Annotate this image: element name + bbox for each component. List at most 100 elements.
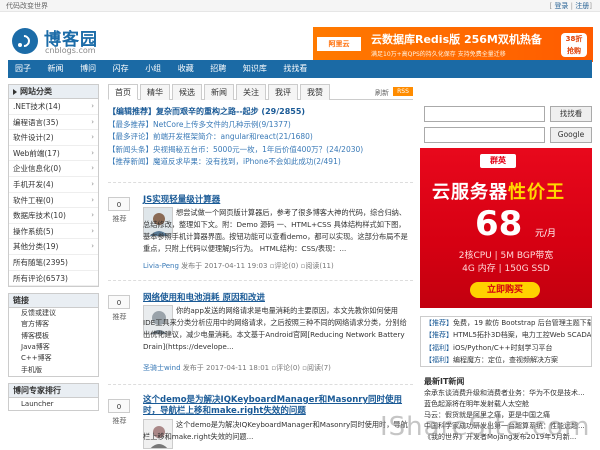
category-item[interactable]: 所有评论(6573) <box>9 271 98 287</box>
ad-title: 云数据库Redis版 256M双机热备 <box>371 33 542 46</box>
category-item[interactable]: 其他分类(19) › <box>9 239 98 255</box>
register-link[interactable]: 注册 <box>575 2 589 10</box>
auth-links: [ 登录 | 注册] <box>549 2 592 10</box>
refresh-link[interactable]: 刷新 <box>375 88 389 98</box>
tab-news[interactable]: 新闻 <box>204 84 234 100</box>
category-item[interactable]: 操作系统(5) › <box>9 224 98 240</box>
post-item: 0 推荐 网络使用和电池消耗 原因和改进 你的app发送的网络请求是电量消耗的主… <box>108 280 413 378</box>
nav-item-favorites[interactable]: 收藏 <box>171 60 201 78</box>
search-input[interactable] <box>424 106 545 122</box>
tab-candidates[interactable]: 候选 <box>172 84 202 100</box>
tab-home[interactable]: 首页 <box>108 84 138 100</box>
it-news-item[interactable]: 蓝色起源将在明年发射载人太空舱 <box>420 399 592 410</box>
category-item[interactable]: .NET技术(14) › <box>9 99 98 115</box>
tab-my-likes[interactable]: 我赞 <box>300 84 330 100</box>
category-item[interactable]: 数据库技术(10) › <box>9 208 98 224</box>
main-content: 首页 精华 候选 新闻 关注 我评 我赞 刷新 RSS 【编辑推荐】复杂而艰辛的重构之路--… <box>108 84 413 449</box>
post-title[interactable]: JS实现轻量级计算器 <box>143 193 220 205</box>
category-item[interactable]: 编程语言(35) › <box>9 115 98 131</box>
link-item[interactable]: 官方博客 <box>9 319 98 330</box>
nav-item-kb[interactable]: 知识库 <box>236 60 274 78</box>
headline-item[interactable]: 【编辑推荐】复杂而艰辛的重构之路--起步 (29/2855) <box>108 106 413 119</box>
chevron-right-icon: › <box>91 242 94 251</box>
links-panel: 链接 反馈或建议 官方博客 博客模板 Java博客 C++博客 手机版 <box>8 293 99 377</box>
category-item[interactable]: 所有随笔(2395) <box>9 255 98 271</box>
vote-box: 0 推荐 <box>108 399 131 426</box>
post-title[interactable]: 网络使用和电池消耗 原因和改进 <box>143 291 265 303</box>
headline-item[interactable]: 【新闻头条】央视揭秘五台币：5000元一枚，1年后价值400万？(24/2030… <box>108 144 413 157</box>
auth-separator: | <box>570 2 574 10</box>
post-author[interactable]: Livia-Peng <box>143 262 179 270</box>
nav-item-yuanzi[interactable]: 园子 <box>8 60 38 78</box>
recommend-button[interactable]: 推荐 <box>108 416 131 426</box>
post-comments[interactable]: 评论(0) <box>274 262 298 270</box>
promo-price: 68 <box>475 204 523 244</box>
expert-panel: 博问专家排行 Launcher <box>8 382 99 411</box>
post-meta: 圣骑士wind 发布于 2017-04-11 18:01 ▫评论(0) ▫阅读(… <box>143 363 331 373</box>
rss-logo-icon[interactable] <box>12 28 38 54</box>
chevron-right-icon: › <box>91 164 94 173</box>
post-title[interactable]: 这个demo是为解决IQKeyboardManager和Masonry同时使用时… <box>143 395 408 417</box>
headline-item[interactable]: 【最多推荐】NetCore上传多文件的几种示例(9/1377) <box>108 119 413 132</box>
tab-featured[interactable]: 精华 <box>140 84 170 100</box>
nav-item-news[interactable]: 新闻 <box>41 60 71 78</box>
promo-specs: 2核CPU | 5M BGP带宽 4G 内存 | 150G SSD <box>458 251 554 274</box>
nav-item-flash[interactable]: 闪存 <box>106 60 136 78</box>
category-item[interactable]: 手机开发(4) › <box>9 177 98 193</box>
watermark: IShareSite.com <box>380 412 591 442</box>
recommend-item[interactable]: 【推荐】HTML5拓扑3D档案，电力工控Web SCADA <box>421 329 591 341</box>
promo-headline: 云服务器性价王 <box>432 182 565 203</box>
headline-item[interactable]: 【最多评论】前端开发框架简介：angular和react(21/1680) <box>108 131 413 144</box>
category-item[interactable]: 软件工程(0) › <box>9 193 98 209</box>
category-panel-title: 网站分类 <box>9 85 98 99</box>
nav-item-jobs[interactable]: 招聘 <box>203 60 233 78</box>
chevron-right-icon: › <box>91 102 94 110</box>
nav-item-search[interactable]: 找找看 <box>276 60 314 78</box>
headline-item[interactable]: 【推荐新闻】魔道反求毕果：没有找到，iPhone不会如此成功(2/491) <box>108 156 413 169</box>
expert-list: Launcher <box>9 398 98 410</box>
nav-item-questions[interactable]: 博问 <box>73 60 103 78</box>
google-search-button[interactable]: Google <box>550 127 592 143</box>
search-button[interactable]: 找找看 <box>550 106 592 122</box>
post-author[interactable]: 圣骑士wind <box>143 364 181 372</box>
recommend-button[interactable]: 推荐 <box>108 312 131 322</box>
recommend-item[interactable]: 【推荐】免费，19 款仿 Bootstrap 后台管理主题下载 <box>421 317 591 329</box>
link-item[interactable]: 博客模板 <box>9 331 98 342</box>
promo-ad[interactable]: 群英 云服务器性价王 68 元/月 2核CPU | 5M BGP带宽 4G 内存… <box>420 148 592 308</box>
header-ad-banner[interactable]: 阿里云 云数据库Redis版 256M双机热备 满足10万+高QPS的持久化保存… <box>313 27 593 62</box>
it-news-item[interactable]: 余承东谈消费升级和消费者业务：华为不仅是技术... <box>420 388 592 399</box>
category-item[interactable]: 软件设计(2) › <box>9 130 98 146</box>
nav-item-groups[interactable]: 小组 <box>138 60 168 78</box>
recommend-button[interactable]: 推荐 <box>108 214 131 224</box>
recommend-item[interactable]: 【福利】编程魔方：定位，查视频解决方案 <box>421 354 591 366</box>
category-item[interactable]: Web前端(17) › <box>9 146 98 162</box>
vote-count: 0 <box>108 295 130 309</box>
expert-item[interactable]: Launcher <box>9 398 98 410</box>
vote-count: 0 <box>108 399 130 413</box>
chevron-right-icon: › <box>91 148 94 157</box>
post-date: 发布于 2017-04-11 19:03 <box>181 262 268 270</box>
category-panel: 网站分类 .NET技术(14) › 编程语言(35) › 软件设计(2) › Web前… <box>8 84 99 288</box>
links-panel-title: 链接 <box>9 294 98 309</box>
google-search-input[interactable] <box>424 127 545 143</box>
tab-my-comments[interactable]: 我评 <box>268 84 298 100</box>
post-views[interactable]: 阅读(7) <box>307 364 331 372</box>
recommend-item[interactable]: 【福利】iOS/Python/C++时刻学习平台 <box>421 342 591 354</box>
link-item[interactable]: 反馈或建议 <box>9 308 98 319</box>
post-comments[interactable]: 评论(0) <box>276 364 300 372</box>
tab-following[interactable]: 关注 <box>236 84 266 100</box>
login-link[interactable]: 登录 <box>554 2 568 10</box>
link-item[interactable]: C++博客 <box>9 353 98 364</box>
post-views[interactable]: 阅读(11) <box>305 262 333 270</box>
category-item[interactable]: 企业信息化(0) › <box>9 161 98 177</box>
rss-icon[interactable]: RSS <box>393 87 413 96</box>
ad-brand-logo: 阿里云 <box>317 37 361 51</box>
caret-right-icon <box>13 88 17 95</box>
right-sidebar: 找找看 Google 群英 云服务器性价王 68 元/月 2核CPU | 5M … <box>420 106 592 441</box>
link-item[interactable]: 手机版 <box>9 365 98 376</box>
vote-box: 0 推荐 <box>108 295 131 322</box>
it-news-title: 最新IT新闻 <box>424 377 465 386</box>
post-item: 0 推荐 JS实现轻量级计算器 想尝试做一个网页版计算器后，参考了很多博客大神的… <box>108 182 413 276</box>
promo-buy-button[interactable]: 立即购买 <box>470 282 540 298</box>
link-item[interactable]: Java博客 <box>9 342 98 353</box>
